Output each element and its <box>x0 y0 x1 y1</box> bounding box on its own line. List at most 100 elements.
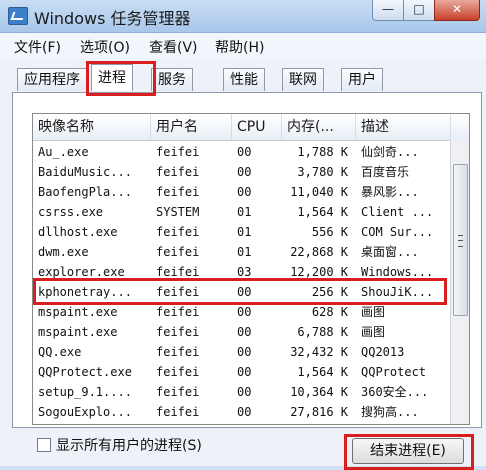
column-user-name[interactable]: 用户名 <box>151 114 232 140</box>
menu-file[interactable]: 文件(F) <box>14 37 61 57</box>
cell-description: 百度音乐 <box>361 165 410 179</box>
table-row[interactable]: csrss.exe SYSTEM 01 1,564 K Client ... <box>33 202 449 222</box>
cell-cpu: 00 <box>237 165 252 179</box>
table-row[interactable]: dwm.exe feifei 01 22,868 K 桌面窗... <box>33 242 449 262</box>
close-button[interactable]: ✕ <box>434 0 480 21</box>
cell-image-name: SogouExplo... <box>38 422 150 424</box>
menu-options[interactable]: 选项(O) <box>80 37 130 57</box>
cell-image-name: QQProtect.exe <box>38 365 132 379</box>
cell-user-name: feifei <box>156 185 200 199</box>
cell-description: 暴风影... <box>361 185 419 199</box>
grip-icon <box>458 235 463 247</box>
list-header: 映像名称 用户名 CPU 内存(... 描述 <box>33 114 469 141</box>
cell-description: 搜狗高... <box>361 422 447 424</box>
cell-memory: 1,564 K <box>297 365 348 379</box>
column-image-name[interactable]: 映像名称 <box>33 114 151 140</box>
table-row[interactable]: QQ.exe feifei 00 32,432 K QQ2013 <box>33 342 449 362</box>
table-row[interactable]: SogouExplo... feifei008,200 K 搜狗高... <box>33 422 449 424</box>
process-list[interactable]: 映像名称 用户名 CPU 内存(... 描述 Au_.exefeifei 00 1,… <box>32 113 470 425</box>
cell-image-name: setup_9.1.... <box>38 385 132 399</box>
tab-strip: 应用程序 进程 服务 性能 联网 用户 <box>0 60 486 94</box>
cell-memory: 22,868 K <box>290 245 348 259</box>
cell-image-name: mspaint.exe <box>38 325 118 339</box>
cell-description: Client ... <box>361 205 434 219</box>
cell-user-name: feifei <box>156 305 200 319</box>
task-manager-icon <box>8 7 28 25</box>
cell-description: 搜狗高... <box>361 405 419 419</box>
table-row[interactable]: QQProtect.exe feifei 00 1,564 K QQProtect <box>33 362 449 382</box>
cell-user-name: feifei <box>156 225 200 239</box>
cell-cpu: 01 <box>237 245 252 259</box>
table-row[interactable]: mspaint.exe feifei 00 628 K 画图 <box>33 302 449 322</box>
tab-networking[interactable]: 联网 <box>282 68 324 91</box>
window-title: Windows 任务管理器 <box>34 9 191 28</box>
cell-description: 桌面窗... <box>361 245 419 259</box>
cell-description: 仙剑奇... <box>361 145 419 159</box>
selected-row-highlight <box>33 278 447 305</box>
table-row[interactable]: Au_.exe feifei 00 1,788 K 仙剑奇... <box>33 142 449 162</box>
cell-description: QQProtect <box>361 365 427 379</box>
table-row[interactable]: setup_9.1.... feifei 00 10,364 K 360安全... <box>33 382 449 402</box>
cell-cpu: 00 <box>237 422 279 424</box>
tab-users[interactable]: 用户 <box>341 68 383 91</box>
table-row[interactable]: SogouExplo... feifei 00 27,816 K 搜狗高... <box>33 402 449 422</box>
cell-cpu: 01 <box>237 225 252 239</box>
column-memory[interactable]: 内存(... <box>282 114 356 140</box>
cell-image-name: dwm.exe <box>38 245 89 259</box>
tab-applications[interactable]: 应用程序 <box>17 68 87 91</box>
cell-cpu: 00 <box>237 385 252 399</box>
menu-help[interactable]: 帮助(H) <box>215 37 264 57</box>
cell-image-name: mspaint.exe <box>38 305 118 319</box>
cell-cpu: 00 <box>237 305 252 319</box>
menu-view[interactable]: 查看(V) <box>149 37 198 57</box>
cell-cpu: 00 <box>237 325 252 339</box>
cell-memory: 32,432 K <box>290 345 348 359</box>
cell-memory: 1,564 K <box>297 205 348 219</box>
cell-memory: 556 K <box>311 225 348 239</box>
cell-cpu: 00 <box>237 345 252 359</box>
maximize-button[interactable]: □ <box>403 0 435 21</box>
vertical-scrollbar[interactable] <box>450 140 469 424</box>
cell-user-name: feifei <box>156 365 200 379</box>
column-description[interactable]: 描述 <box>356 114 451 140</box>
cell-description: 画图 <box>361 325 386 339</box>
show-all-users-label[interactable]: 显示所有用户的进程(S) <box>56 435 202 455</box>
cell-memory: 628 K <box>311 305 348 319</box>
table-row[interactable]: dllhost.exe feifei 01 556 K COM Sur... <box>33 222 449 242</box>
cell-image-name: BaofengPla... <box>38 185 132 199</box>
cell-user-name: feifei <box>156 405 200 419</box>
cell-user-name: SYSTEM <box>156 205 200 219</box>
cell-cpu: 00 <box>237 365 252 379</box>
cell-image-name: SogouExplo... <box>38 405 132 419</box>
cell-user-name: feifei <box>156 385 200 399</box>
table-row[interactable]: BaofengPla... feifei 00 11,040 K 暴风影... <box>33 182 449 202</box>
title-bar[interactable]: Windows 任务管理器 — □ ✕ <box>0 0 486 33</box>
cell-user-name: feifei <box>156 345 200 359</box>
cell-memory: 11,040 K <box>290 185 348 199</box>
tab-performance[interactable]: 性能 <box>223 68 265 91</box>
cell-image-name: dllhost.exe <box>38 225 118 239</box>
column-cpu[interactable]: CPU <box>232 114 282 140</box>
cell-image-name: QQ.exe <box>38 345 82 359</box>
cell-image-name: Au_.exe <box>38 145 89 159</box>
table-row[interactable]: mspaint.exe feifei 00 6,788 K 画图 <box>33 322 449 342</box>
cell-description: 360安全... <box>361 385 429 399</box>
cell-description: 画图 <box>361 305 386 319</box>
scrollbar-thumb[interactable] <box>453 164 468 316</box>
processes-tab-highlight <box>86 61 156 96</box>
show-all-users-checkbox[interactable] <box>37 438 51 452</box>
table-row[interactable]: BaiduMusic... feifei 00 3,780 K 百度音乐 <box>33 162 449 182</box>
cell-memory: 3,780 K <box>297 165 348 179</box>
cell-memory: 10,364 K <box>290 385 348 399</box>
cell-user-name: feifei <box>156 165 200 179</box>
cell-user-name: feifei <box>156 325 200 339</box>
cell-image-name: csrss.exe <box>38 205 104 219</box>
cell-description: QQ2013 <box>361 345 405 359</box>
cell-memory: 6,788 K <box>297 325 348 339</box>
cell-description: COM Sur... <box>361 225 434 239</box>
tab-services[interactable]: 服务 <box>151 68 193 91</box>
cell-memory: 8,200 K <box>282 422 348 424</box>
cell-memory: 1,788 K <box>297 145 348 159</box>
task-manager-window: Windows 任务管理器 — □ ✕ 文件(F) 选项(O) 查看(V) 帮助… <box>0 0 486 470</box>
minimize-button[interactable]: — <box>372 0 404 21</box>
